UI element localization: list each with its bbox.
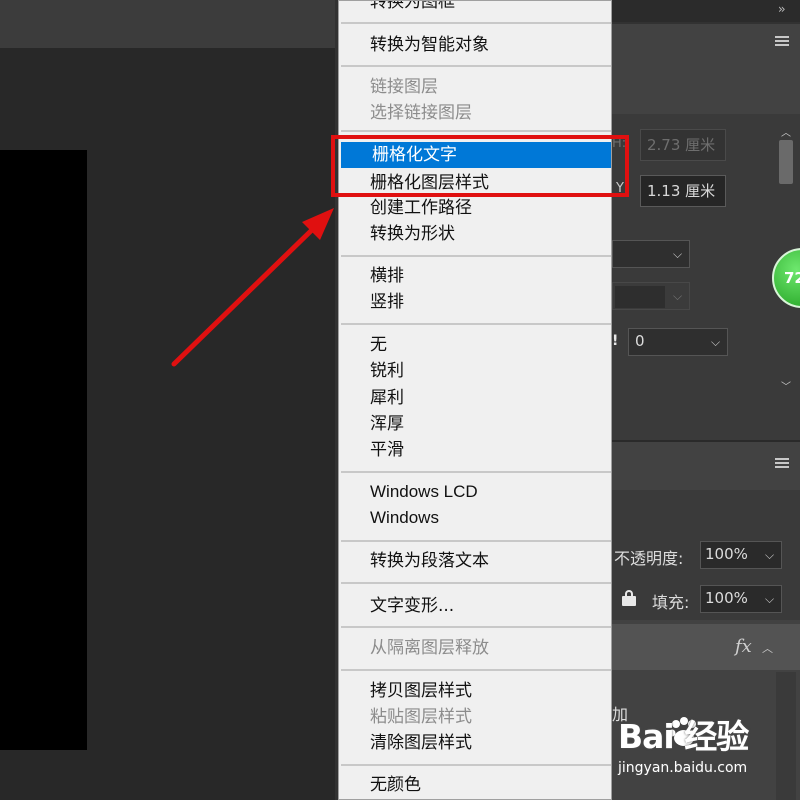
panel-dock-topbar <box>612 0 800 22</box>
menu-separator <box>341 582 611 584</box>
menu-separator <box>341 626 611 628</box>
menu-separator <box>341 669 611 671</box>
scroll-up-icon[interactable]: ︿ <box>781 124 791 139</box>
annotation-highlight-box <box>331 135 629 197</box>
fill-dropdown[interactable]: 100% ⌵ <box>700 585 782 613</box>
font-family-dropdown[interactable]: ⌵ <box>612 240 690 268</box>
menu-item-create-work-path[interactable]: 创建工作路径 <box>339 195 611 221</box>
opacity-dropdown[interactable]: 100% ⌵ <box>700 541 782 569</box>
fx-icon[interactable]: fx <box>735 636 752 657</box>
menu-item-convert-frame[interactable]: 转换为图框 <box>339 1 611 15</box>
chevron-up-icon[interactable]: ︿ <box>762 640 773 656</box>
opacity-value: 100% <box>705 545 748 563</box>
document-tab-strip <box>0 0 335 48</box>
properties-panel-menu-icon[interactable] <box>775 36 789 46</box>
width-field[interactable]: 2.73 厘米 <box>640 129 726 161</box>
menu-item-release-isolation: 从隔离图层释放 <box>370 638 489 658</box>
menu-item-horizontal[interactable]: 横排 <box>339 263 611 289</box>
menu-separator <box>341 540 611 542</box>
menu-separator <box>341 255 611 257</box>
menu-item-antialias-sharp[interactable]: 锐利 <box>339 358 611 384</box>
menu-separator <box>341 764 611 766</box>
collapse-panels-icon[interactable]: ›› <box>778 2 785 16</box>
menu-item-link-layers: 链接图层 <box>370 77 438 97</box>
menu-item-clear-layer-style[interactable]: 清除图层样式 <box>339 730 611 756</box>
menu-item-windows[interactable]: Windows <box>339 505 611 531</box>
chevron-down-icon: ⌵ <box>765 548 775 562</box>
watermark-url: jingyan.baidu.com <box>618 760 748 776</box>
tracking-value: 0 <box>635 332 645 350</box>
properties-panel-header <box>612 24 800 114</box>
menu-separator <box>341 130 611 132</box>
menu-item-windows-lcd[interactable]: Windows LCD <box>339 479 611 505</box>
font-style-dropdown[interactable]: ⌵ <box>612 282 690 310</box>
fill-value: 100% <box>705 589 748 607</box>
menu-item-antialias-strong[interactable]: 浑厚 <box>339 411 611 437</box>
opacity-label: 不透明度: <box>614 549 684 568</box>
menu-item-antialias-smooth[interactable]: 平滑 <box>339 437 611 463</box>
fill-label: 填充: <box>652 593 690 612</box>
font-style-value <box>615 286 665 308</box>
chevron-down-icon: ⌵ <box>711 335 721 349</box>
menu-item-antialias-none[interactable]: 无 <box>339 332 611 358</box>
tracking-icon: ! <box>612 333 619 349</box>
layer-context-menu: 转换为图框 转换为智能对象 链接图层 选择链接图层 栅格化文字 栅格化图层样式 … <box>338 0 612 800</box>
menu-item-antialias-crisp[interactable]: 犀利 <box>339 385 611 411</box>
scroll-down-icon[interactable]: ﹀ <box>781 378 791 393</box>
properties-scrollbar-thumb[interactable] <box>779 140 793 184</box>
menu-item-no-color[interactable]: 无颜色 <box>339 772 611 798</box>
chevron-down-icon: ⌵ <box>765 592 775 606</box>
menu-item-convert-to-shape[interactable]: 转换为形状 <box>339 221 611 247</box>
lock-icon[interactable] <box>622 590 636 606</box>
menu-item-paste-layer-style: 粘贴图层样式 <box>370 707 472 727</box>
menu-separator <box>341 22 611 24</box>
menu-separator <box>341 471 611 473</box>
menu-item-convert-smart-object[interactable]: 转换为智能对象 <box>339 32 611 58</box>
menu-item-vertical[interactable]: 竖排 <box>339 289 611 315</box>
menu-separator <box>341 323 611 325</box>
menu-item-select-linked-layers: 选择链接图层 <box>370 103 472 123</box>
chevron-down-icon: ⌵ <box>673 247 683 261</box>
document-canvas[interactable] <box>0 150 87 750</box>
layers-scrollbar[interactable] <box>776 672 796 800</box>
menu-separator <box>341 65 611 67</box>
tracking-dropdown[interactable]: 0 ⌵ <box>628 328 728 356</box>
chevron-down-icon: ⌵ <box>673 289 683 303</box>
menu-item-copy-layer-style[interactable]: 拷贝图层样式 <box>339 678 611 704</box>
watermark-brand: Bai 经验 <box>618 717 749 756</box>
menu-item-convert-paragraph-text[interactable]: 转换为段落文本 <box>339 548 611 574</box>
layers-panel-menu-icon[interactable] <box>775 458 789 468</box>
menu-item-warp-text[interactable]: 文字变形... <box>339 593 611 619</box>
y-position-field[interactable]: 1.13 厘米 <box>640 175 726 207</box>
